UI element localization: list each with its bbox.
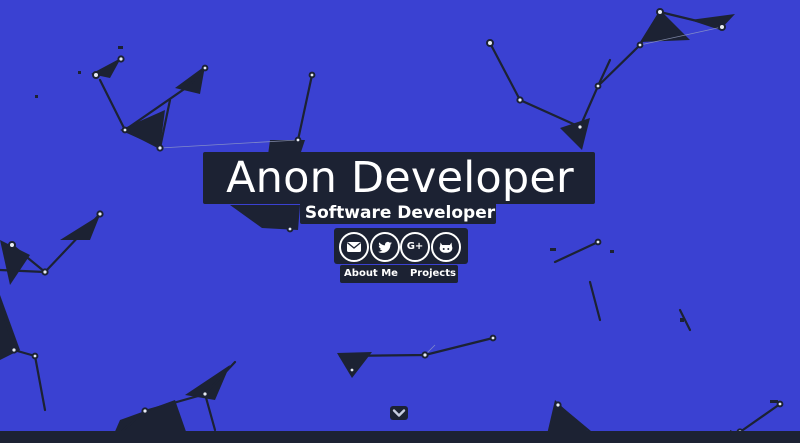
scroll-down-button[interactable] [389, 405, 409, 421]
hero-content: Anon Developer Software Developer G+ Abo… [0, 0, 800, 443]
hero-subtitle: Software Developer [304, 203, 496, 223]
hero-nav: About Me Projects [0, 267, 800, 281]
about-me-link[interactable]: About Me [344, 267, 398, 281]
projects-link[interactable]: Projects [410, 267, 456, 281]
google-plus-button[interactable]: G+ [400, 232, 430, 262]
github-button[interactable] [431, 232, 461, 262]
github-octocat-icon [439, 242, 453, 253]
page-bottom-edge [0, 431, 800, 443]
google-plus-icon: G+ [406, 241, 424, 252]
chevron-down-icon [390, 406, 408, 420]
social-links: G+ [337, 232, 463, 262]
twitter-bird-icon [378, 241, 392, 253]
email-button[interactable] [339, 232, 369, 262]
hero-title: Anon Developer [226, 153, 574, 203]
twitter-button[interactable] [370, 232, 400, 262]
hero-section: Anon Developer Software Developer G+ Abo… [0, 0, 800, 443]
envelope-icon [347, 242, 361, 252]
